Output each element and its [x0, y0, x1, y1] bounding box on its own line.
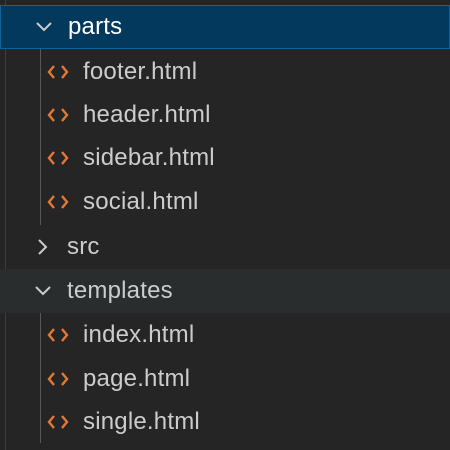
file-row[interactable]: header.html [0, 93, 450, 137]
chevron-right-icon[interactable] [34, 238, 52, 256]
file-row[interactable]: single.html [0, 400, 450, 444]
file-row[interactable]: social.html [0, 180, 450, 224]
folder-label: src [67, 233, 100, 260]
file-row[interactable]: index.html [0, 313, 450, 357]
file-label: header.html [83, 101, 211, 128]
file-row[interactable]: sidebar.html [0, 136, 450, 180]
folder-src[interactable]: src [0, 225, 450, 269]
chevron-down-icon[interactable] [34, 282, 52, 300]
html-code-icon [47, 61, 69, 83]
html-code-icon [47, 324, 69, 346]
chevron-down-icon[interactable] [35, 18, 53, 36]
folder-templates[interactable]: templates [0, 269, 450, 313]
html-code-icon [47, 147, 69, 169]
file-label: single.html [83, 408, 200, 435]
html-code-icon [47, 411, 69, 433]
file-row[interactable]: footer.html [0, 50, 450, 94]
html-code-icon [47, 368, 69, 390]
folder-label: parts [68, 13, 123, 40]
folder-parts[interactable]: parts [0, 5, 450, 49]
folder-label: templates [67, 277, 173, 304]
file-label: index.html [83, 321, 195, 348]
file-label: social.html [83, 188, 199, 215]
file-explorer-tree: parts footer.html header.html sidebar.ht… [0, 0, 450, 450]
file-label: sidebar.html [83, 144, 215, 171]
file-label: page.html [83, 365, 191, 392]
html-code-icon [47, 104, 69, 126]
file-label: footer.html [83, 58, 198, 85]
file-row[interactable]: page.html [0, 357, 450, 401]
html-code-icon [47, 191, 69, 213]
